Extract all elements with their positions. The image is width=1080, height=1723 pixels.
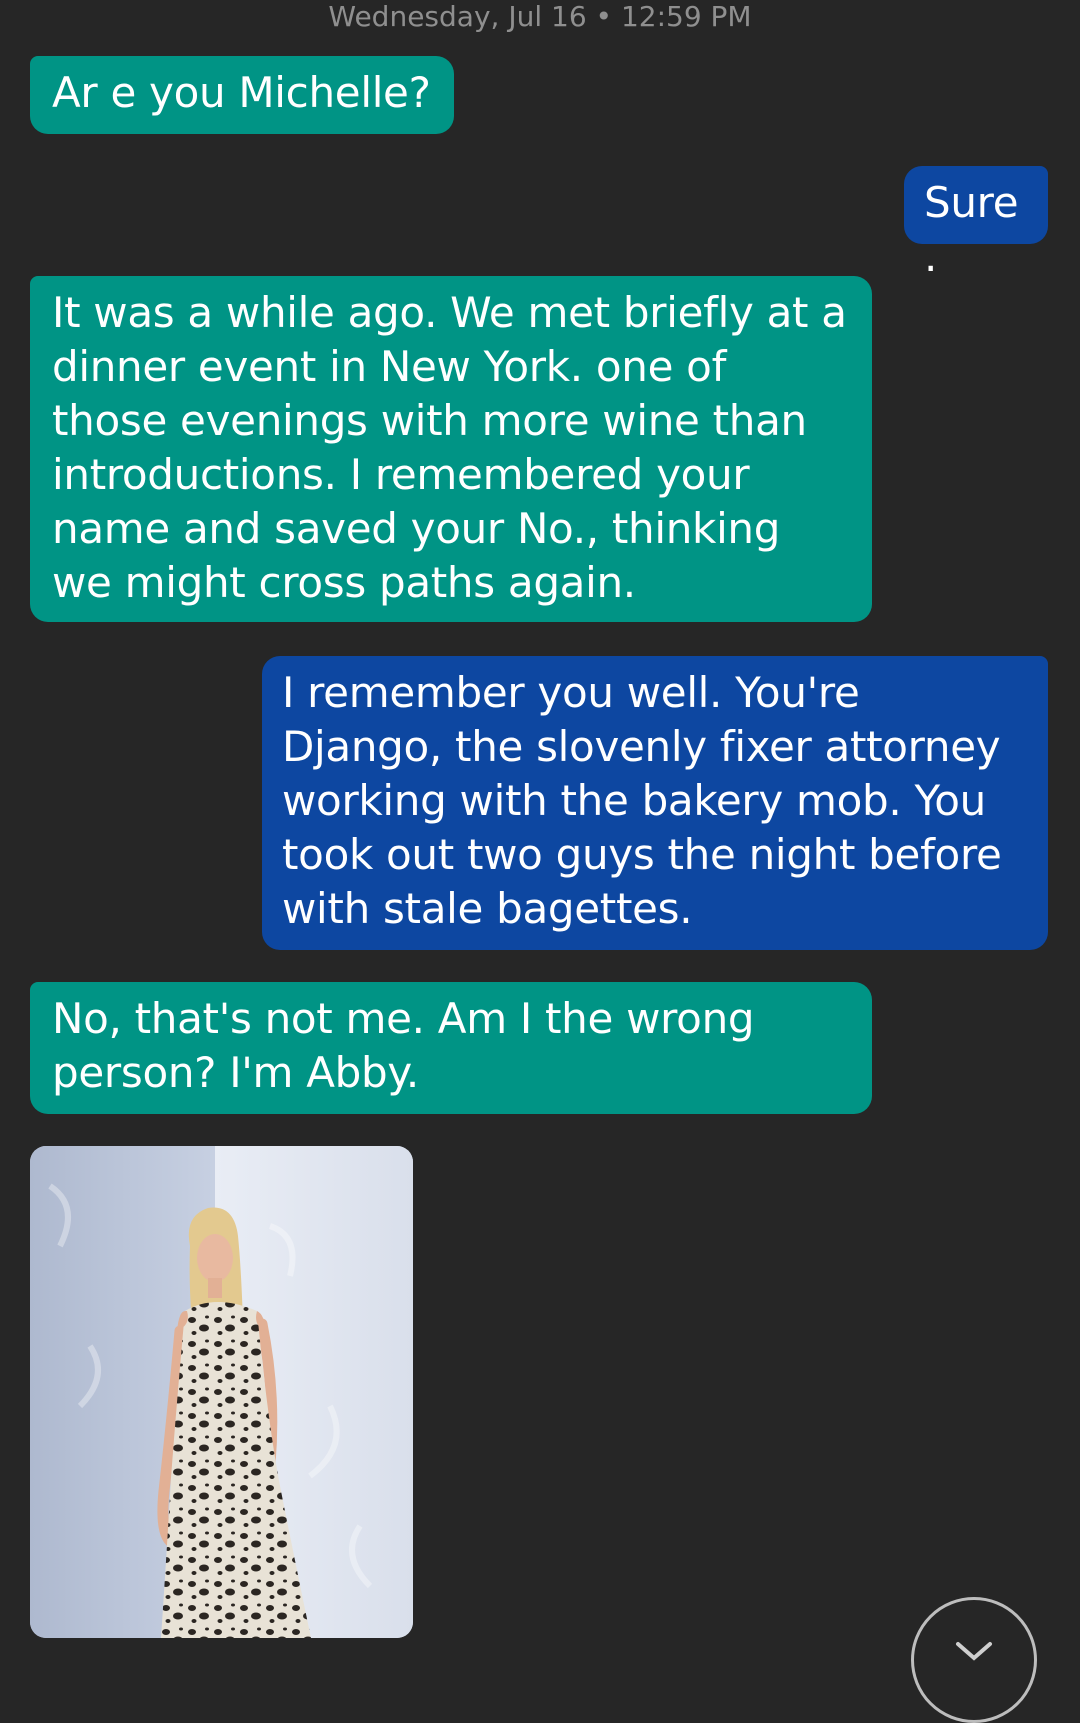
message-text: Sure.	[924, 178, 1019, 281]
message-bubble-incoming[interactable]: No, that's not me. Am I the wrong person…	[30, 982, 872, 1114]
woman-in-leopard-dress-photo	[30, 1146, 413, 1638]
conversation-timestamp: Wednesday, Jul 16 • 12:59 PM	[328, 0, 752, 33]
message-text: Ar e you Michelle?	[52, 68, 431, 117]
message-bubble-outgoing[interactable]: Sure.	[904, 166, 1048, 281]
message-text: It was a while ago. We met briefly at a …	[52, 288, 847, 607]
chevron-down-icon	[956, 1642, 992, 1661]
message-bubble-incoming[interactable]: It was a while ago. We met briefly at a …	[30, 276, 872, 622]
scroll-to-bottom-button[interactable]	[911, 1597, 1037, 1723]
message-text: I remember you well. You're Django, the …	[282, 668, 1002, 933]
message-text: No, that's not me. Am I the wrong person…	[52, 994, 755, 1097]
message-bubble-incoming[interactable]: Ar e you Michelle?	[30, 56, 454, 134]
photo-attachment[interactable]	[30, 1146, 413, 1638]
message-bubble-outgoing[interactable]: I remember you well. You're Django, the …	[262, 656, 1048, 950]
